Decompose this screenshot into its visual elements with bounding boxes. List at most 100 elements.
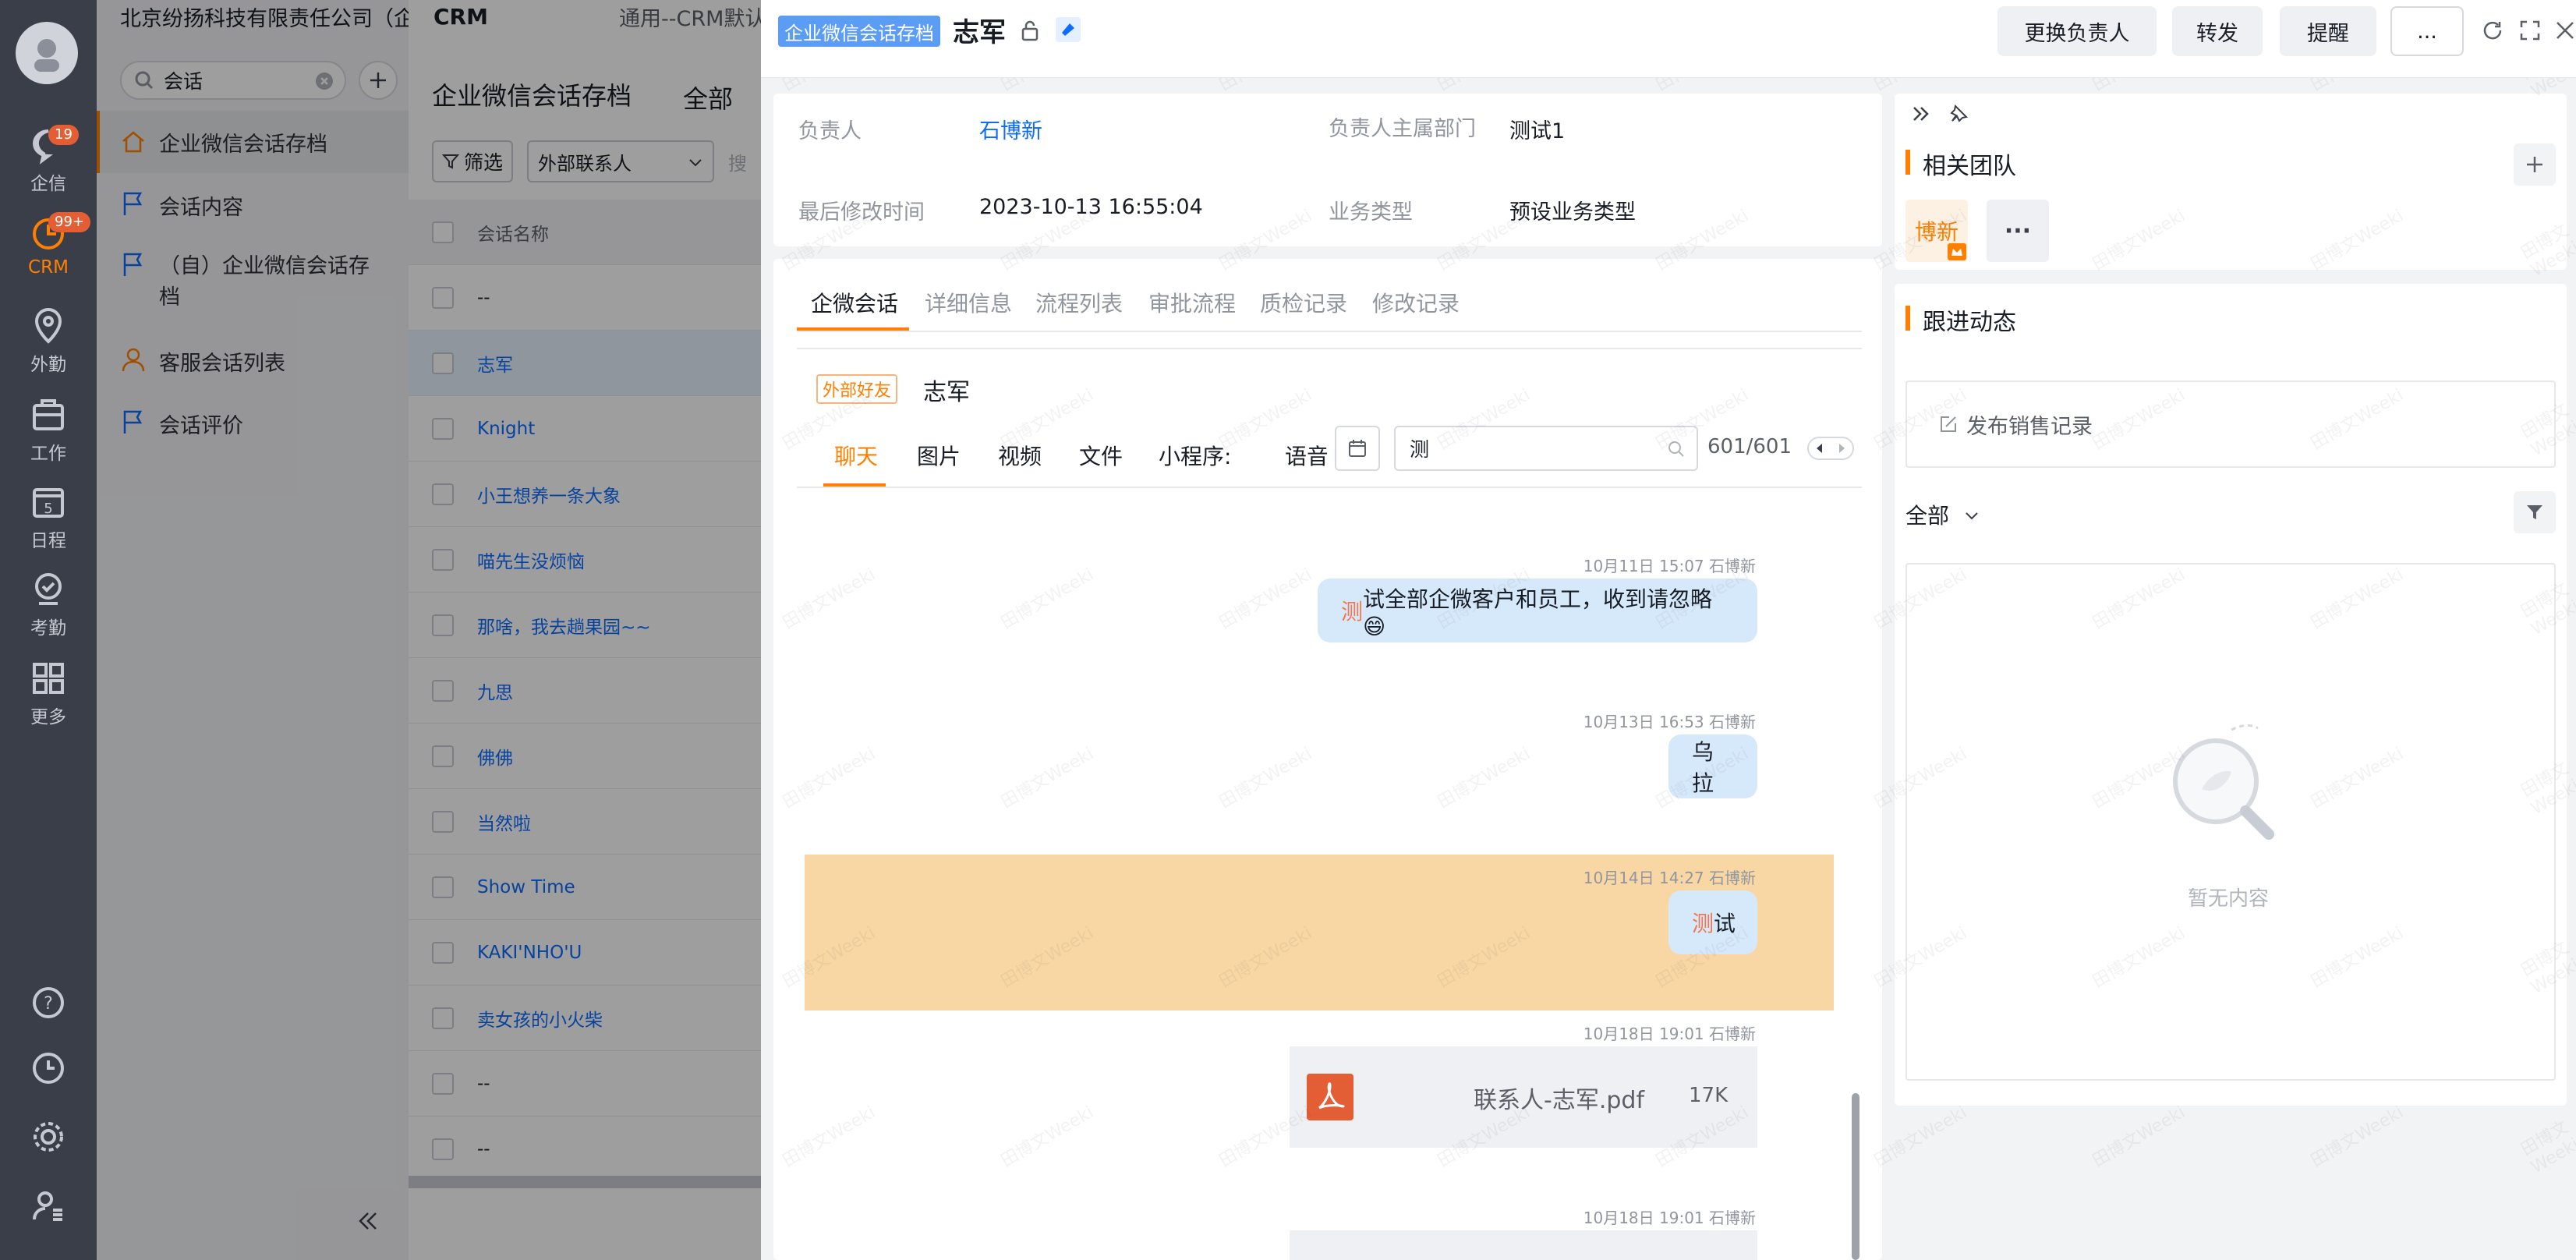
svg-text:?: ? <box>44 994 53 1014</box>
tab-modify-log[interactable]: 修改记录 <box>1372 287 1460 318</box>
close-icon[interactable] <box>2554 19 2576 42</box>
follow-up-card: 跟进动态 发布销售记录 全部 暂无内容 <box>1895 284 2567 1106</box>
fullscreen-icon[interactable] <box>2518 19 2542 42</box>
filter-icon <box>2527 505 2542 519</box>
scrollbar-thumb[interactable] <box>1852 1093 1859 1260</box>
refresh-icon[interactable] <box>2481 19 2504 42</box>
message-meta: 10月14日 14:27 石博新 <box>1583 869 1756 887</box>
history-icon[interactable] <box>30 1049 67 1087</box>
search-icon <box>1668 441 1684 457</box>
object-tag: 企业微信会话存档 <box>778 16 940 47</box>
conversation-card: 企微会话 详细信息 流程列表 审批流程 质检记录 修改记录 外部好友 志军 聊天… <box>773 259 1882 1260</box>
empty-text: 暂无内容 <box>2188 887 2270 911</box>
chat-search-input[interactable]: 测 <box>1410 434 1429 462</box>
empty-magnifier-icon <box>2173 724 2274 840</box>
tag-icon[interactable] <box>1054 16 1082 44</box>
nav-attendance[interactable]: 考勤 <box>0 569 97 650</box>
crm-badge: 99+ <box>48 212 90 232</box>
grid-icon <box>33 663 64 694</box>
message-bubble[interactable]: 乌拉 <box>1668 734 1757 798</box>
file-message[interactable] <box>1290 1230 1757 1260</box>
nav-label: 更多 <box>30 707 66 727</box>
settings-icon[interactable] <box>30 1118 67 1156</box>
message-meta: 10月13日 16:53 石博新 <box>1583 713 1756 731</box>
divider <box>797 487 1862 488</box>
section-marker <box>1905 306 1910 331</box>
message-meta: 10月11日 15:07 石博新 <box>1583 557 1756 575</box>
nav-more[interactable]: 更多 <box>0 658 97 739</box>
user-avatar[interactable] <box>16 22 78 84</box>
section-marker <box>1905 150 1910 175</box>
owner-label: 负责人 <box>798 119 862 143</box>
nav-work[interactable]: 工作 <box>0 395 97 476</box>
calendar-icon: 5 <box>33 488 64 518</box>
tab-approval[interactable]: 审批流程 <box>1148 287 1236 318</box>
nav-waiqin[interactable]: 外勤 <box>0 306 97 387</box>
nav-qixin[interactable]: 企信 19 <box>0 125 97 206</box>
active-tab-indicator <box>797 327 909 331</box>
tab-details[interactable]: 详细信息 <box>925 287 1012 318</box>
filter-button[interactable] <box>2514 491 2556 533</box>
modal-overlay[interactable] <box>97 0 767 1260</box>
next-icon[interactable] <box>1836 443 1847 454</box>
post-sales-record-label: 发布销售记录 <box>1966 414 2093 439</box>
related-team-card: 相关团队 博新 ··· <box>1895 94 2567 270</box>
prev-icon[interactable] <box>1814 443 1825 454</box>
double-chevron-right-icon[interactable] <box>1910 103 1932 125</box>
chat-tab-file[interactable]: 文件 <box>1079 440 1123 471</box>
message-bubble[interactable]: 测试全部企微客户和员工，收到请忽略😄 <box>1318 579 1757 642</box>
briefcase-icon <box>33 399 64 430</box>
message-meta: 10月18日 19:01 石博新 <box>1583 1209 1756 1227</box>
post-sales-record[interactable]: 发布销售记录 <box>1905 380 2556 468</box>
add-team-member-button[interactable] <box>2514 143 2556 186</box>
more-button[interactable]: ... <box>2390 6 2464 56</box>
chat-tab-chat[interactable]: 聊天 <box>834 440 878 471</box>
forward-button[interactable]: 转发 <box>2172 6 2263 56</box>
lock-icon[interactable] <box>1018 19 1042 42</box>
calendar-day: 5 <box>44 501 52 517</box>
chevron-down-icon[interactable] <box>1963 507 1980 524</box>
nav-label: 日程 <box>30 531 66 551</box>
file-name: 联系人-志军.pdf <box>1474 1087 1645 1114</box>
chat-tab-image[interactable]: 图片 <box>917 440 961 471</box>
nav-schedule[interactable]: 5 日程 <box>0 482 97 563</box>
tab-wecom-chat[interactable]: 企微会话 <box>811 287 898 318</box>
owner-crown-icon <box>1948 243 1966 260</box>
more-members-button[interactable]: ··· <box>1987 200 2049 262</box>
tab-process-list[interactable]: 流程列表 <box>1035 287 1123 318</box>
search-highlight: 测 <box>1341 599 1364 625</box>
help-icon[interactable]: ? <box>30 984 67 1021</box>
message-bubble[interactable]: 测试 <box>1668 890 1757 954</box>
dept-label: 负责人主属部门 <box>1329 117 1476 141</box>
match-count: 601/601 <box>1707 435 1792 458</box>
follow-list: 暂无内容 <box>1905 563 2556 1081</box>
remind-button[interactable]: 提醒 <box>2280 6 2376 56</box>
follow-title: 跟进动态 <box>1923 309 2016 336</box>
match-nav[interactable] <box>1807 437 1854 460</box>
check-circle-icon <box>35 573 62 605</box>
nav-crm[interactable]: CRM 99+ <box>0 212 97 295</box>
location-icon <box>34 308 62 344</box>
biz-type-value: 预设业务类型 <box>1509 200 1636 225</box>
date-picker-button[interactable] <box>1335 426 1380 471</box>
owner-link[interactable]: 石博新 <box>979 114 1042 144</box>
message-text: 试全部企微客户和员工，收到请忽略😄 <box>1363 586 1713 639</box>
chat-tab-voice[interactable]: 语音 <box>1285 440 1327 471</box>
dept-value: 测试1 <box>1509 119 1566 143</box>
change-owner-button[interactable]: 更换负责人 <box>1997 6 2157 56</box>
tab-quality[interactable]: 质检记录 <box>1260 287 1347 318</box>
nav-label: 企信 <box>30 174 66 194</box>
file-message[interactable]: 联系人-志军.pdf 17K <box>1290 1046 1757 1148</box>
user-settings-icon[interactable] <box>30 1187 67 1224</box>
nav-label: 工作 <box>30 444 66 464</box>
filter-all-select[interactable]: 全部 <box>1905 499 1949 530</box>
fields-card: 负责人 石博新 负责人主属部门 测试1 最后修改时间 2023-10-13 16… <box>773 94 1882 246</box>
contact-tag: 外部好友 <box>816 374 898 404</box>
modified-label: 最后修改时间 <box>798 200 925 225</box>
edit-icon <box>1941 416 1956 432</box>
chat-tab-video[interactable]: 视频 <box>998 440 1042 471</box>
chat-search-box[interactable]: 测 <box>1394 426 1698 471</box>
contact-name: 志军 <box>923 379 970 406</box>
pin-icon[interactable] <box>1948 103 1969 125</box>
chat-tab-miniprogram[interactable]: 小程序: <box>1159 440 1231 471</box>
